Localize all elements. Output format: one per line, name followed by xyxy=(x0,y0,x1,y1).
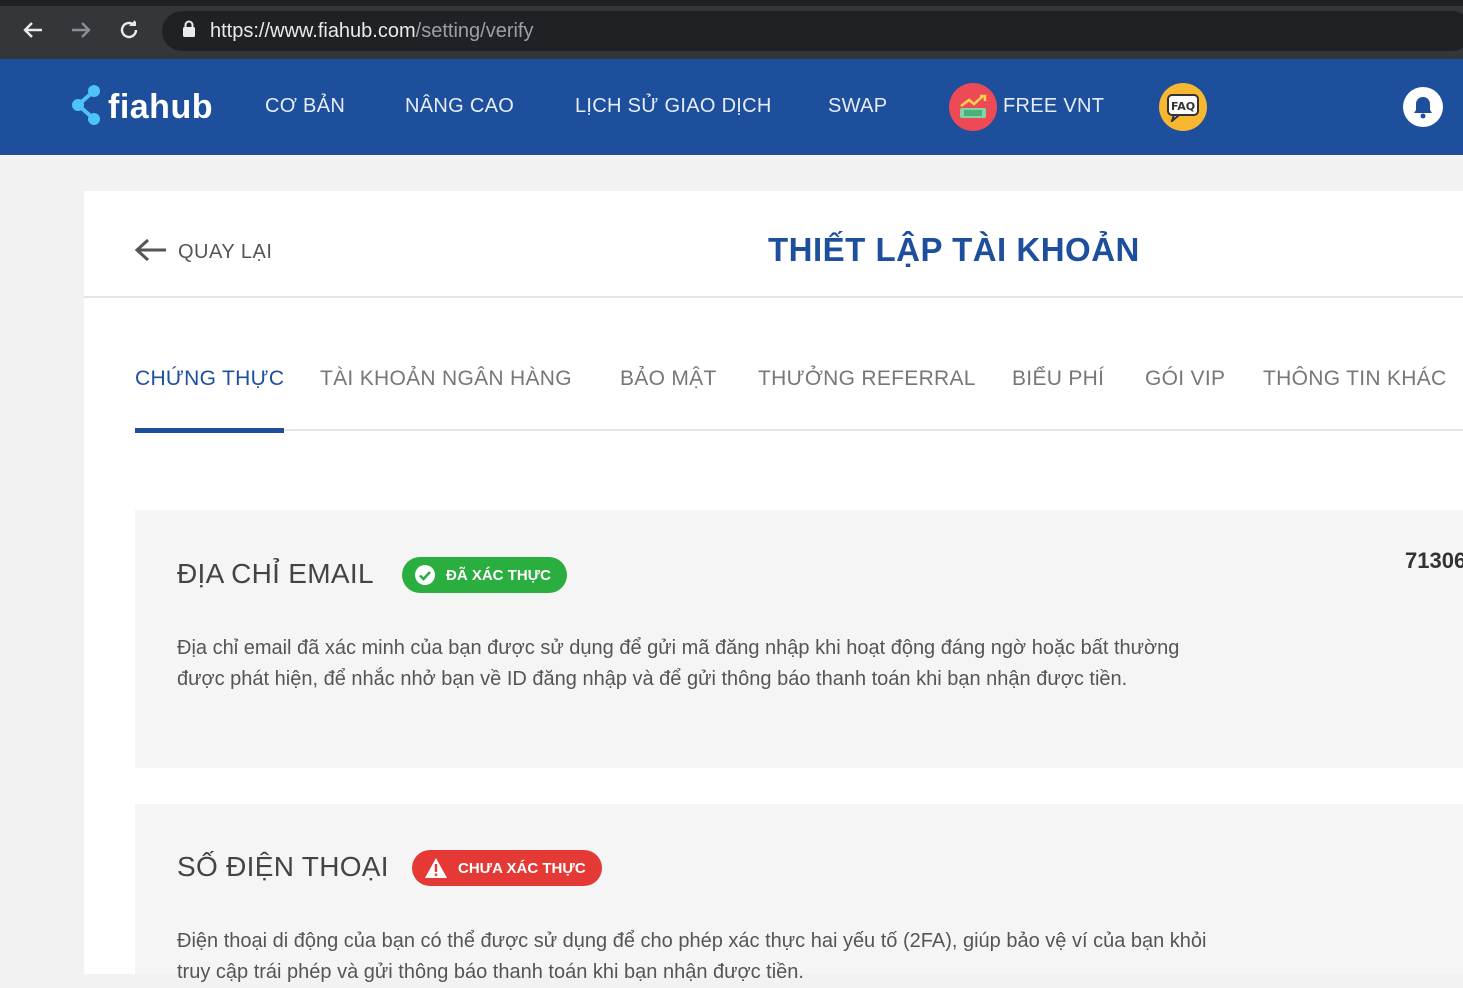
reload-icon[interactable] xyxy=(113,14,145,46)
site-header: fiahub CƠ BẢN NÂNG CAO LỊCH SỬ GIAO DỊCH… xyxy=(0,59,1463,155)
tab-thuong-referral[interactable]: THƯỞNG REFERRAL xyxy=(758,367,976,431)
tab-chung-thuc[interactable]: CHỨNG THỰC xyxy=(135,367,285,433)
lock-icon xyxy=(182,20,196,43)
browser-tabstrip xyxy=(0,0,1463,6)
email-section-title: ĐỊA CHỈ EMAIL xyxy=(177,558,374,589)
email-side-value: 71306 xyxy=(1405,548,1463,573)
fiahub-logo[interactable]: fiahub xyxy=(70,83,213,132)
tab-bieu-phi[interactable]: BIỂU PHÍ xyxy=(1012,367,1104,431)
back-arrow-icon[interactable] xyxy=(17,14,49,46)
email-section: ĐỊA CHỈ EMAIL ĐÃ XÁC THỰC 71306 Địa chỉ … xyxy=(135,510,1463,768)
settings-tabs: CHỨNG THỰC TÀI KHOẢN NGÂN HÀNG BẢO MẬT T… xyxy=(135,367,1463,433)
notification-bell-icon[interactable] xyxy=(1403,87,1443,127)
svg-text:FAQ: FAQ xyxy=(1171,100,1195,113)
title-divider xyxy=(84,296,1463,298)
nav-free-vnt[interactable]: FREE VNT xyxy=(1003,95,1104,118)
back-label: QUAY LẠI xyxy=(178,241,273,263)
faq-icon[interactable]: FAQ xyxy=(1159,83,1207,131)
nav-lich-su-giao-dich[interactable]: LỊCH SỬ GIAO DỊCH xyxy=(575,95,772,118)
free-vnt-icon[interactable] xyxy=(949,83,997,131)
back-link[interactable]: QUAY LẠI xyxy=(134,237,272,268)
tab-goi-vip[interactable]: GÓI VIP xyxy=(1145,367,1225,431)
email-verified-badge: ĐÃ XÁC THỰC xyxy=(402,557,567,593)
nav-swap[interactable]: SWAP xyxy=(828,95,887,118)
tab-bao-mat[interactable]: BẢO MẬT xyxy=(620,367,717,431)
email-section-description: Địa chỉ email đã xác minh của bạn được s… xyxy=(177,637,1180,690)
tab-thong-tin-khac[interactable]: THÔNG TIN KHÁC xyxy=(1263,367,1447,431)
nav-co-ban[interactable]: CƠ BẢN xyxy=(265,95,345,118)
url-text: https://www.fiahub.com/setting/verify xyxy=(210,19,534,42)
logo-text: fiahub xyxy=(108,87,213,126)
tab-tai-khoan-ngan-hang[interactable]: TÀI KHOẢN NGÂN HÀNG xyxy=(320,367,572,431)
phone-unverified-badge: CHƯA XÁC THỰC xyxy=(412,850,602,886)
settings-card: QUAY LẠI THIẾT LẬP TÀI KHOẢN CHỨNG THỰC … xyxy=(84,191,1463,983)
phone-badge-label: CHƯA XÁC THỰC xyxy=(458,859,586,877)
phone-section-description: Điện thoại di động của bạn có thể được s… xyxy=(177,930,1207,983)
address-bar[interactable]: https://www.fiahub.com/setting/verify xyxy=(162,11,1463,51)
arrow-left-icon xyxy=(134,237,168,268)
browser-toolbar: https://www.fiahub.com/setting/verify xyxy=(0,0,1463,59)
check-circle-icon xyxy=(414,564,436,586)
logo-share-icon xyxy=(70,83,102,132)
phone-section: SỐ ĐIỆN THOẠI CHƯA XÁC THỰC Điện thoại d… xyxy=(135,804,1463,983)
nav-nang-cao[interactable]: NÂNG CAO xyxy=(405,95,514,118)
warning-icon xyxy=(424,857,448,879)
phone-section-title: SỐ ĐIỆN THOẠI xyxy=(177,851,389,882)
email-badge-label: ĐÃ XÁC THỰC xyxy=(446,566,551,584)
forward-arrow-icon[interactable] xyxy=(65,14,97,46)
page-title: THIẾT LẬP TÀI KHOẢN xyxy=(768,231,1140,268)
